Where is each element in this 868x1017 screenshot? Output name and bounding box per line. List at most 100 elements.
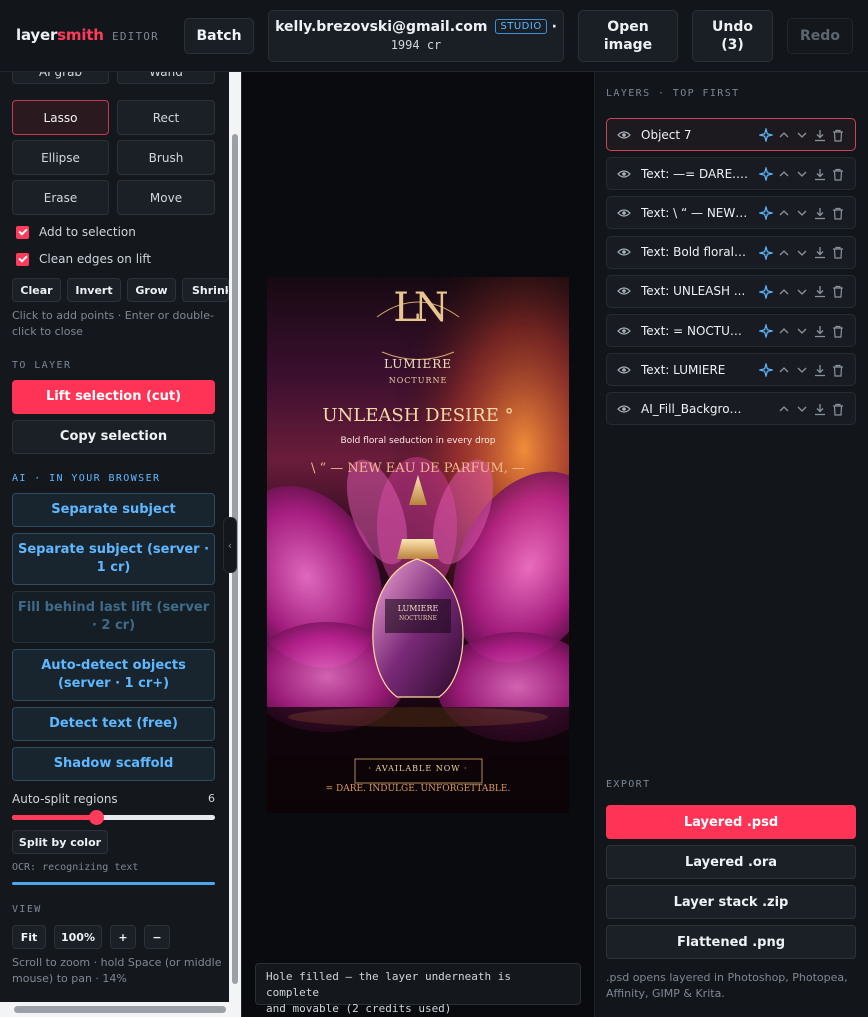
download-icon[interactable] [813,166,827,182]
eye-icon[interactable] [617,169,633,179]
eye-icon[interactable] [617,326,633,336]
document-canvas[interactable]: LN LUMIERE NOCTURNE UNLEASH DESIRE ° Bol… [267,277,569,813]
trash-icon[interactable] [831,166,845,182]
layer-row[interactable]: Text: LUMIERE [606,353,856,387]
zoom-in-button[interactable]: + [110,925,136,949]
ai-enhance-icon[interactable] [759,362,773,378]
detect-text-button[interactable]: Detect text (free) [12,707,215,741]
batch-button[interactable]: Batch [184,18,254,54]
move-down-icon[interactable] [795,362,809,378]
shadow-scaffold-button[interactable]: Shadow scaffold [12,747,215,781]
export-zip-button[interactable]: Layer stack .zip [606,885,856,919]
trash-icon[interactable] [831,245,845,261]
poster-footer: = DARE. INDULGE. UNFORGETTABLE. [325,784,511,794]
copy-selection-button[interactable]: Copy selection [12,420,215,454]
fill-behind-button[interactable]: Fill behind last lift (server · 2 cr) [12,591,215,643]
download-icon[interactable] [813,323,827,339]
grow-selection-button[interactable]: Grow [127,278,176,302]
download-icon[interactable] [813,362,827,378]
ai-enhance-icon[interactable] [759,284,773,300]
export-psd-button[interactable]: Layered .psd [606,805,856,839]
download-icon[interactable] [813,401,827,417]
move-down-icon[interactable] [795,127,809,143]
clean-edges-checkbox[interactable] [16,253,29,266]
move-down-icon[interactable] [795,205,809,221]
trash-icon[interactable] [831,401,845,417]
move-down-icon[interactable] [795,323,809,339]
tool-ellipse[interactable]: Ellipse [12,140,109,175]
ai-enhance-icon[interactable] [759,127,773,143]
ocr-progress-bar [12,882,215,885]
trash-icon[interactable] [831,284,845,300]
layer-row[interactable]: Text: —= DARE. I... [606,157,856,191]
layer-row[interactable]: Text: UNLEASH ... [606,274,856,308]
ai-enhance-icon[interactable] [759,205,773,221]
eye-icon[interactable] [617,404,633,414]
tool-wand[interactable]: Wand [117,72,215,84]
app-logo[interactable]: layersmith [16,26,104,44]
eye-icon[interactable] [617,130,633,140]
invert-selection-button[interactable]: Invert [67,278,121,302]
download-icon[interactable] [813,245,827,261]
add-to-selection-checkbox[interactable] [16,226,29,239]
undo-button[interactable]: Undo (3) [692,10,773,62]
horizontal-scrollbar[interactable] [0,1002,241,1017]
ai-enhance-icon[interactable] [759,166,773,182]
split-by-color-button[interactable]: Split by color [12,830,108,854]
zoom-out-button[interactable]: − [144,925,170,949]
ai-enhance-icon[interactable] [759,323,773,339]
move-up-icon[interactable] [777,401,791,417]
separate-subject-button[interactable]: Separate subject [12,493,215,527]
export-png-button[interactable]: Flattened .png [606,925,856,959]
move-up-icon[interactable] [777,205,791,221]
horizontal-scroll-thumb[interactable] [14,1006,226,1013]
download-icon[interactable] [813,205,827,221]
zoom-100-button[interactable]: 100% [54,925,102,949]
slider-thumb[interactable] [89,810,105,825]
auto-detect-button[interactable]: Auto-detect objects (server · 1 cr+) [12,649,215,701]
trash-icon[interactable] [831,362,845,378]
trash-icon[interactable] [831,127,845,143]
fit-button[interactable]: Fit [12,925,46,949]
layer-row[interactable]: AI_Fill_Background [606,392,856,426]
tool-erase[interactable]: Erase [12,180,109,215]
download-icon[interactable] [813,127,827,143]
move-up-icon[interactable] [777,127,791,143]
move-down-icon[interactable] [795,166,809,182]
download-icon[interactable] [813,284,827,300]
eye-icon[interactable] [617,247,633,257]
eye-icon[interactable] [617,208,633,218]
move-up-icon[interactable] [777,362,791,378]
tool-ai-grab[interactable]: AI grab [12,72,109,84]
tool-rect[interactable]: Rect [117,100,215,135]
move-down-icon[interactable] [795,401,809,417]
layer-row[interactable]: Object 7 [606,118,856,151]
separate-subject-server-button[interactable]: Separate subject (server · 1 cr) [12,533,215,585]
account-button[interactable]: kelly.brezovski@gmail.com STUDIO · 1994 … [268,10,564,62]
shrink-selection-button[interactable]: Shrink [182,278,229,302]
redo-button[interactable]: Redo [787,18,853,54]
export-ora-button[interactable]: Layered .ora [606,845,856,879]
layer-row[interactable]: Text: Bold floral ... [606,235,856,269]
auto-split-slider[interactable] [12,810,215,825]
move-up-icon[interactable] [777,166,791,182]
ai-enhance-icon[interactable] [759,245,773,261]
lift-selection-button[interactable]: Lift selection (cut) [12,380,215,414]
layer-row[interactable]: Text: = NOCTUR... [606,314,856,347]
move-up-icon[interactable] [777,284,791,300]
eye-icon[interactable] [617,286,633,296]
trash-icon[interactable] [831,323,845,339]
move-down-icon[interactable] [795,245,809,261]
move-up-icon[interactable] [777,245,791,261]
tool-move[interactable]: Move [117,180,215,215]
move-down-icon[interactable] [795,284,809,300]
collapse-left-panel-button[interactable]: ‹ [223,517,237,573]
move-up-icon[interactable] [777,323,791,339]
clear-selection-button[interactable]: Clear [12,278,61,302]
tool-lasso[interactable]: Lasso [12,100,109,135]
tool-brush[interactable]: Brush [117,140,215,175]
layer-row[interactable]: Text: \ “ — NEW ... [606,196,856,230]
open-image-button[interactable]: Open image [578,10,678,62]
trash-icon[interactable] [831,205,845,221]
eye-icon[interactable] [617,365,633,375]
